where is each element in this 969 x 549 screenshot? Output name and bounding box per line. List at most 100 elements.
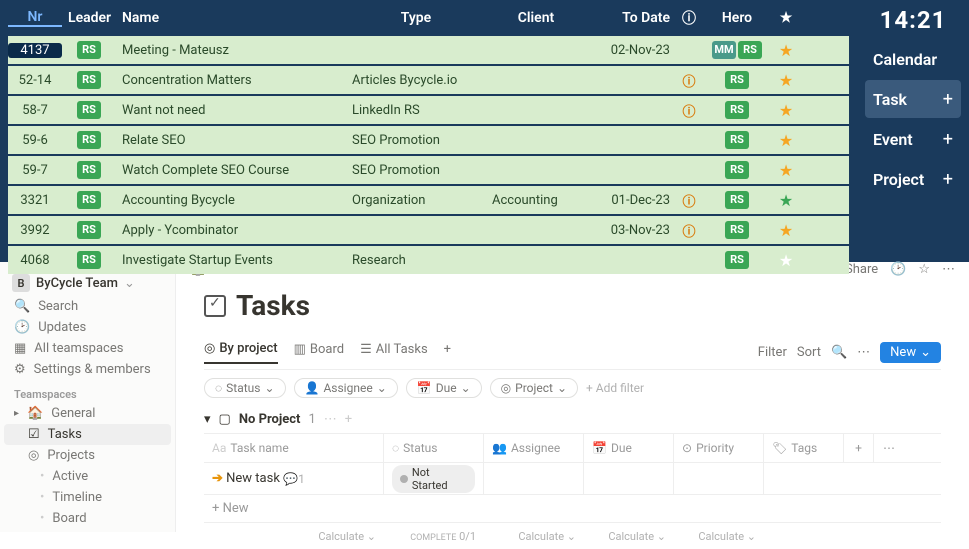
- cell-todate[interactable]: 03-Nov-23: [586, 223, 676, 238]
- cell-tags[interactable]: [764, 463, 844, 494]
- cell-nr[interactable]: 59-7: [8, 163, 62, 178]
- cell-name[interactable]: Accounting Bycycle: [116, 193, 346, 208]
- star-button[interactable]: ★: [772, 221, 800, 240]
- col-header-due[interactable]: 📅Due: [584, 434, 674, 462]
- calc-due[interactable]: Calculate ⌄: [584, 530, 674, 543]
- cell-alert[interactable]: ⓘ: [676, 71, 702, 90]
- col-header-nr[interactable]: Nr: [8, 9, 62, 27]
- col-header-leader[interactable]: Leader: [62, 10, 116, 26]
- cell-due[interactable]: [584, 463, 674, 494]
- cell-name[interactable]: Meeting - Mateusz: [116, 43, 346, 58]
- nav-item-event[interactable]: Event+: [865, 120, 961, 158]
- cell-hero[interactable]: MMRS: [702, 41, 772, 59]
- cell-leader[interactable]: RS: [62, 191, 116, 209]
- cell-name[interactable]: Relate SEO: [116, 133, 346, 148]
- calc-status[interactable]: COMPLETE 0/1: [384, 530, 484, 543]
- new-row-button[interactable]: + New: [204, 495, 941, 523]
- filter-button[interactable]: Filter: [758, 345, 787, 360]
- cell-hero[interactable]: RS: [702, 221, 772, 239]
- collapse-icon[interactable]: ▾: [204, 412, 211, 427]
- cell-task-name[interactable]: ➔ New task 💬 1: [204, 463, 384, 494]
- page-title-text[interactable]: Tasks: [236, 289, 310, 322]
- star-button[interactable]: ★: [772, 131, 800, 150]
- history-icon[interactable]: 🕑: [890, 262, 906, 277]
- task-row[interactable]: 59-7 RS Watch Complete SEO Course SEO Pr…: [8, 156, 849, 184]
- cell-alert[interactable]: ⓘ: [676, 221, 702, 240]
- cell-alert[interactable]: ⓘ: [676, 101, 702, 120]
- group-more-icon[interactable]: ⋯: [324, 412, 337, 427]
- task-row[interactable]: 59-6 RS Relate SEO SEO Promotion RS ★: [8, 126, 849, 154]
- star-button[interactable]: ★: [772, 101, 800, 120]
- view-tab-by-project[interactable]: ◎By project: [204, 341, 278, 364]
- cell-type[interactable]: Research: [346, 253, 486, 268]
- cell-todate[interactable]: 02-Nov-23: [586, 43, 676, 58]
- sidebar-search[interactable]: 🔍Search: [4, 296, 171, 317]
- cell-nr[interactable]: 3992: [8, 223, 62, 238]
- cell-leader[interactable]: RS: [62, 161, 116, 179]
- star-button[interactable]: ★: [772, 71, 800, 90]
- col-header-status[interactable]: ◌Status: [384, 434, 484, 462]
- cell-nr[interactable]: 58-7: [8, 103, 62, 118]
- page-icon-checkbox[interactable]: [204, 295, 226, 317]
- cell-hero[interactable]: RS: [702, 251, 772, 269]
- view-tab-all-tasks[interactable]: ☰All Tasks: [360, 342, 428, 363]
- filter-project[interactable]: ◎Project⌄: [490, 378, 578, 398]
- cell-hero[interactable]: RS: [702, 101, 772, 119]
- col-header-hero[interactable]: Hero: [702, 10, 772, 26]
- group-add-icon[interactable]: +: [345, 412, 352, 427]
- col-header-star[interactable]: ★: [772, 10, 800, 26]
- plus-icon[interactable]: +: [943, 169, 953, 190]
- sidebar-item-timeline[interactable]: •Timeline: [4, 487, 171, 508]
- cell-leader[interactable]: RS: [62, 131, 116, 149]
- search-icon[interactable]: 🔍: [831, 345, 847, 360]
- cell-leader[interactable]: RS: [62, 41, 116, 59]
- task-row[interactable]: ➔ New task 💬 1 Not Started: [204, 463, 941, 495]
- star-button[interactable]: ★: [772, 191, 800, 210]
- cell-hero[interactable]: RS: [702, 71, 772, 89]
- sidebar-settings[interactable]: ⚙Settings & members: [4, 359, 171, 380]
- col-header-tags[interactable]: 🏷Tags: [764, 434, 844, 462]
- sidebar-item-active[interactable]: •Active: [4, 466, 171, 487]
- cell-name[interactable]: Apply - Ycombinator: [116, 223, 346, 238]
- task-row[interactable]: 58-7 RS Want not need LinkedIn RS ⓘ RS ★: [8, 96, 849, 124]
- new-button[interactable]: New⌄: [880, 342, 941, 363]
- col-header-assignee[interactable]: 👥Assignee: [484, 434, 584, 462]
- sidebar-item-board[interactable]: •Board: [4, 508, 171, 529]
- col-header-type[interactable]: Type: [346, 10, 486, 26]
- col-header-priority[interactable]: ⊙Priority: [674, 434, 764, 462]
- nav-item-calendar[interactable]: Calendar: [865, 40, 961, 78]
- view-tab-board[interactable]: ▥Board: [294, 342, 345, 363]
- task-row[interactable]: 52-14 RS Concentration Matters Articles …: [8, 66, 849, 94]
- cell-name[interactable]: Investigate Startup Events: [116, 253, 346, 268]
- plus-icon[interactable]: +: [943, 129, 953, 150]
- cell-nr[interactable]: 52-14: [8, 73, 62, 88]
- plus-icon[interactable]: +: [943, 89, 953, 110]
- cell-assignee[interactable]: [484, 463, 584, 494]
- calc-assignee[interactable]: Calculate ⌄: [484, 530, 584, 543]
- sort-button[interactable]: Sort: [797, 345, 821, 360]
- cell-nr[interactable]: 3321: [8, 193, 62, 208]
- cell-type[interactable]: LinkedIn RS: [346, 103, 486, 118]
- cell-todate[interactable]: 01-Dec-23: [586, 193, 676, 208]
- col-header-name[interactable]: Name: [116, 10, 346, 26]
- cell-type[interactable]: SEO Promotion: [346, 133, 486, 148]
- cell-name[interactable]: Want not need: [116, 103, 346, 118]
- star-button[interactable]: ★: [772, 251, 800, 270]
- sidebar-item-tasks[interactable]: ☑Tasks: [4, 424, 171, 445]
- task-row[interactable]: 4137 RS Meeting - Mateusz 02-Nov-23 MMRS…: [8, 36, 849, 64]
- sidebar-all-teamspaces[interactable]: ▦All teamspaces: [4, 338, 171, 359]
- nav-item-task[interactable]: Task+: [865, 80, 961, 118]
- cell-nr[interactable]: 4137: [8, 43, 62, 58]
- filter-status[interactable]: ◌Status⌄: [204, 378, 286, 398]
- col-header-task-name[interactable]: AaTask name: [204, 434, 384, 462]
- more-icon[interactable]: ⋯: [857, 345, 870, 360]
- cell-leader[interactable]: RS: [62, 221, 116, 239]
- cell-leader[interactable]: RS: [62, 101, 116, 119]
- cell-type[interactable]: Articles Bycycle.io: [346, 73, 486, 88]
- col-header-alert[interactable]: ⓘ: [676, 8, 702, 28]
- sidebar-updates[interactable]: 🕑Updates: [4, 317, 171, 338]
- filter-due[interactable]: 📅Due⌄: [406, 378, 482, 398]
- star-icon[interactable]: ☆: [918, 262, 930, 277]
- cell-client[interactable]: Accounting: [486, 193, 586, 208]
- cell-alert[interactable]: ⓘ: [676, 191, 702, 210]
